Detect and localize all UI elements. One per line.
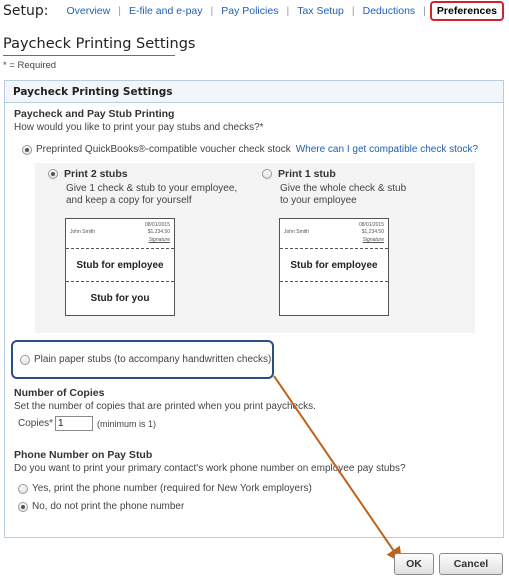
plain-paper-radio[interactable] bbox=[20, 354, 30, 365]
phone-no-option[interactable]: No, do not print the phone number bbox=[18, 501, 184, 512]
phone-no-label: No, do not print the phone number bbox=[32, 501, 185, 512]
print-1-desc-line2: to your employee bbox=[280, 195, 357, 206]
check-amount: $1,234.50 bbox=[361, 229, 384, 235]
preprinted-radio[interactable] bbox=[22, 144, 32, 155]
phone-no-radio[interactable] bbox=[18, 501, 28, 512]
check-signature: Signature bbox=[148, 237, 170, 243]
pay-stub-heading: Paycheck and Pay Stub Printing bbox=[14, 108, 175, 120]
nav-pay-policies[interactable]: Pay Policies bbox=[213, 5, 286, 17]
check-amount: $1,234.50 bbox=[147, 229, 170, 235]
stub-for-employee: Stub for employee bbox=[66, 249, 174, 282]
print-2-desc-line1: Give 1 check & stub to your employee, bbox=[66, 183, 238, 194]
copies-desc: Set the number of copies that are printe… bbox=[14, 401, 316, 412]
print-2-stubs-radio[interactable] bbox=[48, 169, 58, 179]
print-2-stubs-desc: Give 1 check & stub to your employee, an… bbox=[66, 183, 237, 207]
page-title: Paycheck Printing Settings bbox=[3, 36, 196, 52]
copies-row: Copies* 1 (minimum is 1) bbox=[18, 416, 156, 431]
required-note: * = Required bbox=[3, 60, 57, 71]
copies-input[interactable]: 1 bbox=[55, 416, 94, 431]
nav-separator: | bbox=[423, 5, 426, 17]
print-1-stub-option[interactable]: Print 1 stub bbox=[262, 168, 336, 180]
two-stub-diagram: 08/01/2015 John Smith $1,234.50 Signatur… bbox=[65, 218, 175, 316]
setup-nav: Setup: Overview | E-file and e-pay | Pay… bbox=[0, 0, 509, 22]
plain-paper-label: Plain paper stubs (to accompany handwrit… bbox=[34, 354, 272, 365]
stub-for-you: Stub for you bbox=[90, 293, 150, 304]
nav-tax-setup[interactable]: Tax Setup bbox=[289, 5, 352, 17]
copies-hint: (minimum is 1) bbox=[97, 418, 157, 429]
print-2-stubs-title: Print 2 stubs bbox=[64, 168, 128, 180]
check-date: 08/01/2015 bbox=[358, 222, 384, 228]
phone-heading: Phone Number on Pay Stub bbox=[14, 449, 153, 461]
nav-overview[interactable]: Overview bbox=[58, 5, 118, 17]
stub-for-employee: Stub for employee bbox=[280, 249, 388, 282]
print-1-stub-title: Print 1 stub bbox=[278, 168, 336, 180]
check-date: 08/01/2015 bbox=[144, 222, 170, 228]
print-1-desc-line1: Give the whole check & stub bbox=[280, 183, 407, 194]
panel-header: Paycheck Printing Settings bbox=[5, 81, 503, 103]
print-2-desc-line2: and keep a copy for yourself bbox=[66, 195, 192, 206]
pay-stub-question: How would you like to print your pay stu… bbox=[14, 122, 264, 133]
cancel-button[interactable]: Cancel bbox=[439, 553, 503, 575]
blank-stub-area bbox=[280, 282, 388, 315]
check-name: John Smith bbox=[284, 229, 310, 235]
setup-label: Setup: bbox=[3, 3, 49, 19]
phone-yes-label: Yes, print the phone number (required fo… bbox=[32, 483, 312, 494]
print-2-stubs-option[interactable]: Print 2 stubs bbox=[48, 168, 128, 180]
title-underline bbox=[3, 55, 175, 56]
check-stock-link[interactable]: Where can I get compatible check stock? bbox=[296, 144, 478, 155]
print-1-stub-radio[interactable] bbox=[262, 169, 272, 179]
phone-yes-option[interactable]: Yes, print the phone number (required fo… bbox=[18, 483, 312, 494]
check-portion: 08/01/2015 John Smith $1,234.50 Signatur… bbox=[280, 219, 388, 249]
check-name: John Smith bbox=[70, 229, 96, 235]
one-stub-diagram: 08/01/2015 John Smith $1,234.50 Signatur… bbox=[279, 218, 389, 316]
check-signature: Signature bbox=[362, 237, 384, 243]
preprinted-label: Preprinted QuickBooks®-compatible vouche… bbox=[36, 144, 291, 155]
phone-question: Do you want to print your primary contac… bbox=[14, 463, 406, 474]
nav-preferences[interactable]: Preferences bbox=[429, 1, 505, 21]
copies-label: Copies* bbox=[18, 418, 54, 429]
check-portion: 08/01/2015 John Smith $1,234.50 Signatur… bbox=[66, 219, 174, 249]
phone-yes-radio[interactable] bbox=[18, 483, 28, 494]
plain-paper-option[interactable]: Plain paper stubs (to accompany handwrit… bbox=[20, 354, 271, 365]
nav-efile-epay[interactable]: E-file and e-pay bbox=[121, 5, 211, 17]
print-1-stub-desc: Give the whole check & stub to your empl… bbox=[280, 183, 406, 207]
preprinted-option[interactable]: Preprinted QuickBooks®-compatible vouche… bbox=[22, 144, 478, 155]
copies-heading: Number of Copies bbox=[14, 387, 105, 399]
nav-deductions[interactable]: Deductions bbox=[355, 5, 424, 17]
ok-button[interactable]: OK bbox=[394, 553, 434, 575]
